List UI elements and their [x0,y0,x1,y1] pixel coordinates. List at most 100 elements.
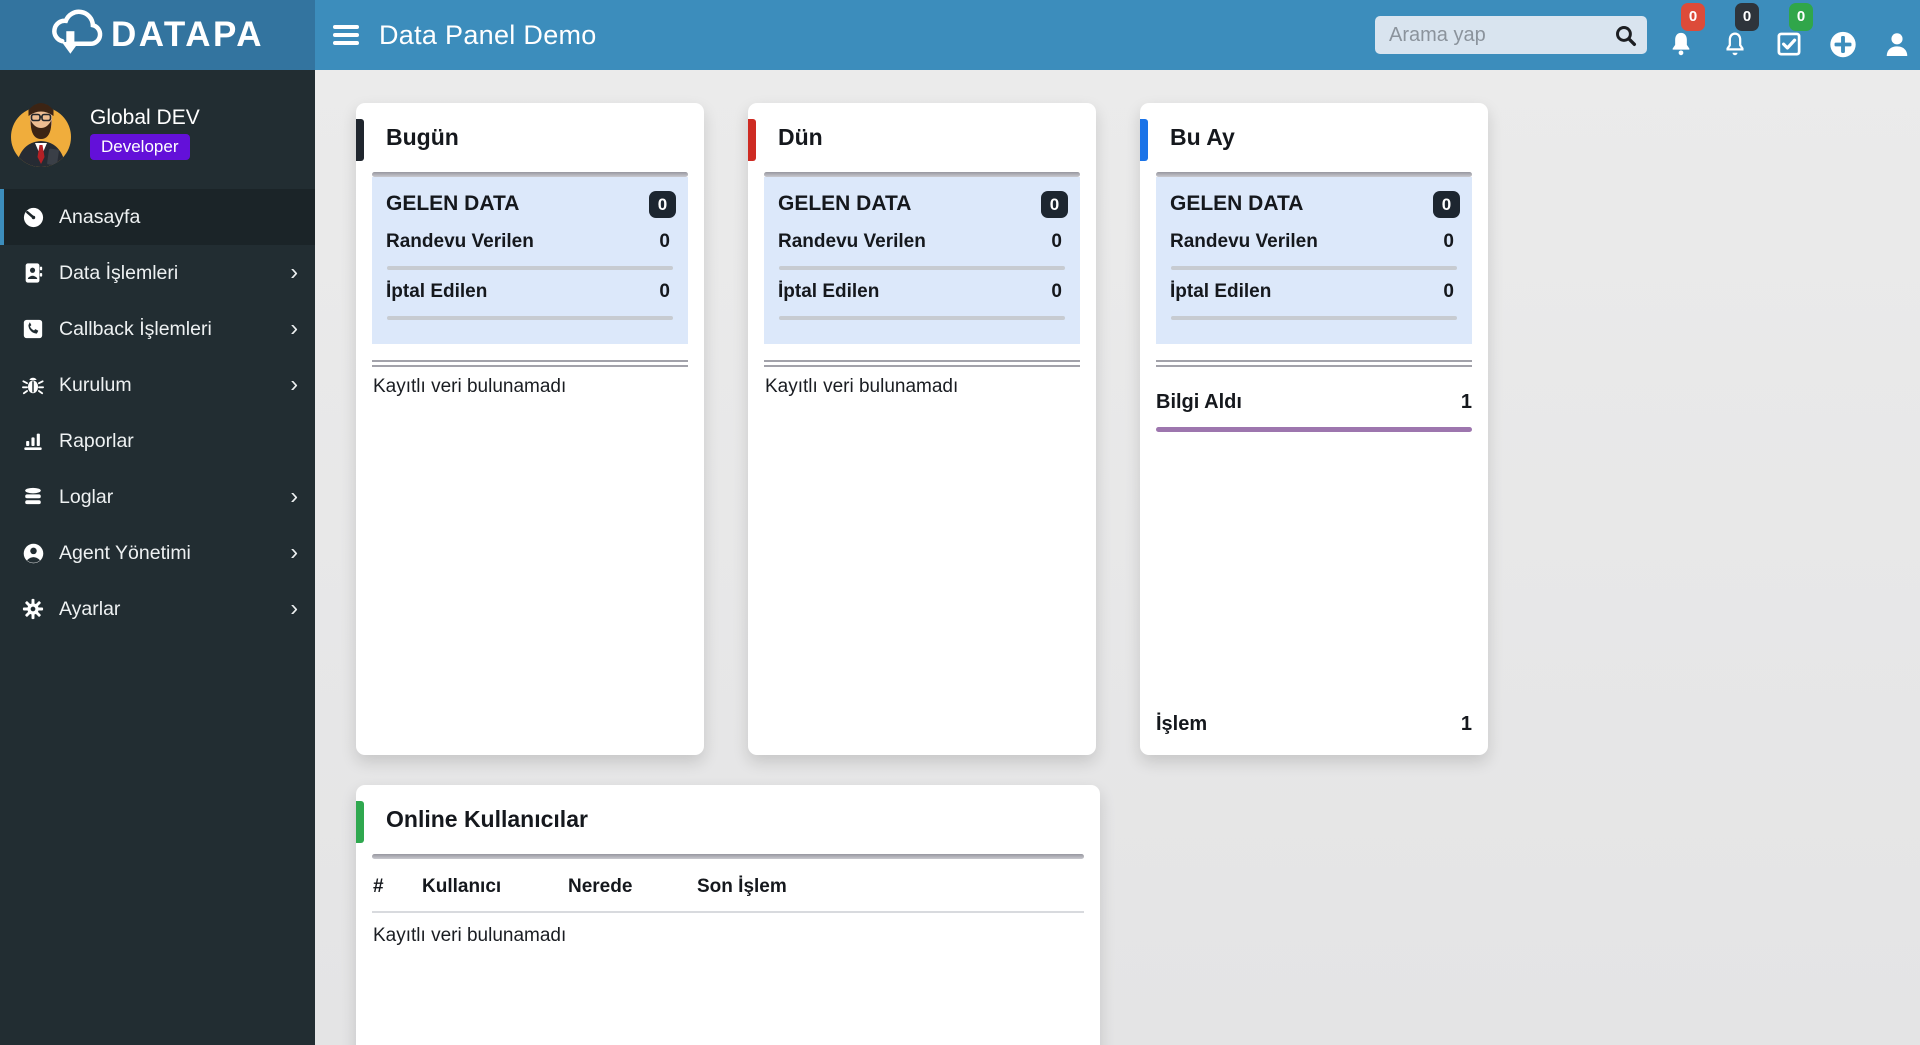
randevu-verilen-value: 0 [1443,231,1454,252]
page-title: Data Panel Demo [379,20,597,50]
gelen-data-label: GELEN DATA [386,192,520,215]
empty-state-text: Kayıtlı veri bulunamadı [373,376,567,397]
search-icon[interactable] [1613,23,1638,53]
sidebar-item-callback-islemleri[interactable]: Callback İşlemleri › [0,301,315,357]
sidebar-item-label: Data İşlemleri [59,261,179,284]
divider [372,854,1084,859]
divider [779,316,1065,320]
card-accent-bar [356,119,364,161]
divider [372,360,688,367]
user-avatar [10,94,72,173]
sidebar-item-data-islemleri[interactable]: Data İşlemleri › [0,245,315,301]
topbar: DATAPA Data Panel Demo 0 0 [0,0,1920,70]
add-new-menu[interactable] [1816,0,1870,70]
user-circle-icon [21,541,45,565]
randevu-verilen-label: Randevu Verilen [778,231,926,252]
card-accent-bar [748,119,756,161]
iptal-edilen-value: 0 [1443,281,1454,302]
card-title: Dün [778,124,823,150]
tachometer-icon [21,205,45,229]
bilgi-aldi-value: 1 [1460,391,1472,413]
divider [779,266,1065,270]
bilgi-aldi-label: Bilgi Aldı [1156,391,1242,413]
card-online-kullanicilar: Online Kullanıcılar # Kullanıcı Nerede S… [356,785,1100,1045]
iptal-edilen-value: 0 [1051,281,1062,302]
divider [387,266,673,270]
sidebar-item-label: Ayarlar [59,597,121,620]
gelen-data-label: GELEN DATA [778,192,912,215]
gelen-data-panel: GELEN DATA 0 Randevu Verilen 0 İptal Edi… [764,177,1080,344]
bug-icon [21,373,45,397]
column-header-kullanici: Kullanıcı [422,876,502,897]
phone-square-icon [21,317,45,341]
randevu-verilen-label: Randevu Verilen [1170,231,1318,252]
notifications-menu[interactable]: 0 [1708,0,1762,70]
sidebar-item-kurulum[interactable]: Kurulum › [0,357,315,413]
gelen-data-count-badge: 0 [649,190,676,218]
sidebar-item-agent-yonetimi[interactable]: Agent Yönetimi › [0,525,315,581]
check-square-icon [1777,32,1801,56]
randevu-verilen-value: 0 [659,231,670,252]
islem-label: İşlem [1156,713,1208,735]
divider [372,911,1084,913]
alerts-menu[interactable]: 0 [1654,0,1708,70]
iptal-edilen-label: İptal Edilen [778,281,880,302]
sidebar-toggle-hamburger-icon[interactable] [333,25,361,45]
gelen-data-count-badge: 0 [1433,190,1460,218]
user-panel: Global DEV Developer [0,70,315,188]
bell-outline-icon [1726,32,1744,56]
chevron-right-icon: › [290,482,298,509]
randevu-verilen-value: 0 [1051,231,1062,252]
sidebar-item-label: Anasayfa [59,205,141,228]
empty-state-text: Kayıtlı veri bulunamadı [765,376,959,397]
main-content: Bugün GELEN DATA 0 Randevu Verilen 0 İpt… [315,70,1920,1045]
sidebar-item-ayarlar[interactable]: Ayarlar › [0,581,315,637]
iptal-edilen-label: İptal Edilen [386,281,488,302]
divider [1171,266,1457,270]
sidebar-item-anasayfa[interactable]: Anasayfa [0,189,315,245]
gelen-data-panel: GELEN DATA 0 Randevu Verilen 0 İptal Edi… [1156,177,1472,344]
bilgi-aldi-underline [1156,427,1472,432]
address-book-icon [21,261,45,285]
sidebar-menu: Anasayfa Data İşlemleri › Callback İşlem… [0,189,315,637]
card-bugun: Bugün GELEN DATA 0 Randevu Verilen 0 İpt… [356,103,704,755]
card-title: Bu Ay [1170,124,1235,150]
divider [387,316,673,320]
sidebar-item-label: Callback İşlemleri [59,317,212,340]
chevron-right-icon: › [290,594,298,621]
randevu-verilen-label: Randevu Verilen [386,231,534,252]
notifications-count-badge: 0 [1735,3,1759,31]
divider [1156,360,1472,367]
user-role-badge: Developer [90,134,190,160]
gelen-data-count-badge: 0 [1041,190,1068,218]
tasks-menu[interactable]: 0 [1762,0,1816,70]
chevron-right-icon: › [290,314,298,341]
sidebar-item-raporlar[interactable]: Raporlar [0,413,315,469]
account-menu[interactable] [1870,0,1920,70]
divider [764,360,1080,367]
chevron-right-icon: › [290,538,298,565]
card-dun: Dün GELEN DATA 0 Randevu Verilen 0 İptal… [748,103,1096,755]
card-title: Bugün [386,124,459,150]
divider [1171,316,1457,320]
card-accent-bar [356,801,364,843]
alerts-count-badge: 0 [1681,3,1705,31]
sidebar-item-label: Kurulum [59,373,132,396]
user-icon [1886,33,1908,56]
column-header-son-islem: Son İşlem [697,876,787,897]
sidebar-item-label: Raporlar [59,429,134,452]
brand-logo[interactable]: DATAPA [0,0,315,70]
bell-filled-icon [1672,32,1690,56]
sidebar-item-loglar[interactable]: Loglar › [0,469,315,525]
plus-circle-icon [1830,31,1856,58]
search-input[interactable] [1375,16,1647,54]
bar-chart-icon [21,429,45,453]
sidebar-item-label: Agent Yönetimi [59,541,191,564]
chevron-right-icon: › [290,258,298,285]
iptal-edilen-label: İptal Edilen [1170,281,1272,302]
empty-state-text: Kayıtlı veri bulunamadı [373,925,567,946]
gear-icon [21,597,45,621]
column-header-number: # [373,876,384,897]
user-name: Global DEV [90,106,200,129]
card-accent-bar [1140,119,1148,161]
